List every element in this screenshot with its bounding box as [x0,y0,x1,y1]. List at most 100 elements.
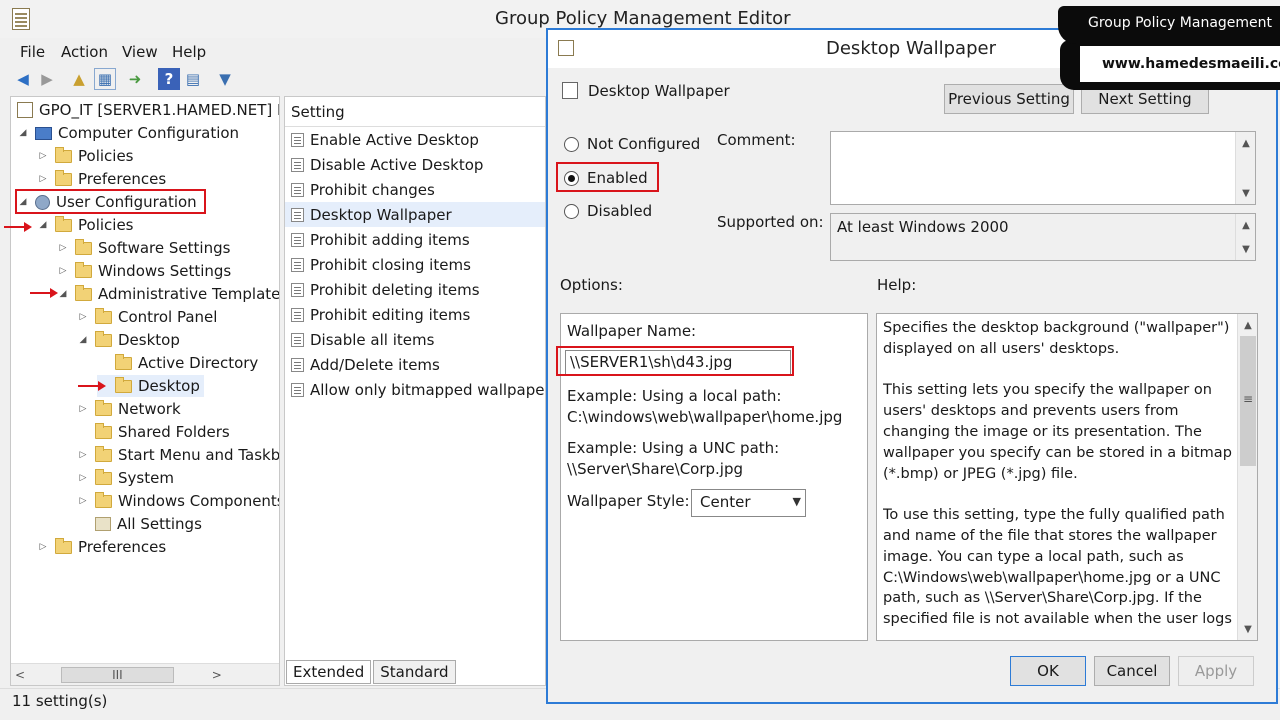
tree-node-desktop-selected[interactable]: Desktop [97,375,204,397]
grip-icon: ≡ [1242,392,1254,406]
tree-node-start-menu-taskbar[interactable]: ▷ Start Menu and Taskbar [77,444,279,466]
setting-item[interactable]: Allow only bitmapped wallpaper [285,377,545,402]
setting-item[interactable]: Prohibit adding items [285,227,545,252]
tree-node-label: Control Panel [118,308,218,326]
tree-node-computer-policies[interactable]: ▷ Policies [37,145,133,167]
scroll-down-icon[interactable]: ▼ [1238,620,1258,638]
setting-item-selected[interactable]: Desktop Wallpaper [285,202,545,227]
collapsed-triangle-icon[interactable]: ▷ [37,174,49,184]
radio-not-configured[interactable]: Not Configured [564,132,700,156]
setting-item[interactable]: Disable all items [285,327,545,352]
tree-node-active-directory[interactable]: Active Directory [97,352,258,374]
tree-node-computer-preferences[interactable]: ▷ Preferences [37,168,166,190]
tree-node-label: GPO_IT [SERVER1.HAMED.NET] Pol [39,101,280,119]
collapsed-triangle-icon[interactable]: ▷ [37,542,49,552]
setting-item[interactable]: Prohibit editing items [285,302,545,327]
tree-node-administrative-templates[interactable]: ◢ Administrative Templates: [57,283,279,305]
scroll-right-icon[interactable]: > [212,668,222,682]
menu-file[interactable]: File [20,43,45,61]
cancel-button[interactable]: Cancel [1094,656,1170,686]
radio-disabled[interactable]: Disabled [564,199,652,223]
tree-node-all-settings[interactable]: All Settings [77,513,202,535]
comment-label: Comment: [717,131,796,149]
tab-extended[interactable]: Extended [286,660,372,684]
expanded-triangle-icon[interactable]: ◢ [17,128,29,138]
scroll-down-icon[interactable]: ▼ [1236,240,1256,258]
tree-node-software-settings[interactable]: ▷ Software Settings [57,237,230,259]
tree-horizontal-scrollbar[interactable]: < III > [11,663,279,685]
setting-item[interactable]: Add/Delete items [285,352,545,377]
tree-node-shared-folders[interactable]: Shared Folders [77,421,230,443]
menu-view[interactable]: View [122,43,158,61]
menu-action[interactable]: Action [61,43,108,61]
scroll-thumb[interactable]: III [61,666,174,683]
menu-help[interactable]: Help [172,43,206,61]
tree-node-label: Preferences [78,170,167,188]
wallpaper-style-select[interactable]: Center ▼ [691,489,806,517]
scroll-up-icon[interactable]: ▲ [1238,316,1258,334]
tree-node-label: Shared Folders [118,423,230,441]
setting-item[interactable]: Prohibit closing items [285,252,545,277]
setting-item[interactable]: Disable Active Desktop [285,152,545,177]
policy-icon [291,382,304,397]
red-arrow-policies [4,222,32,232]
tree-node-desktop[interactable]: ◢ Desktop [77,329,180,351]
collapsed-triangle-icon[interactable]: ▷ [77,473,89,483]
tree-node-network[interactable]: ▷ Network [77,398,181,420]
tree-node-windows-settings[interactable]: ▷ Windows Settings [57,260,231,282]
comment-scrollbar[interactable]: ▲ ▼ [1235,132,1255,204]
folder-icon [95,491,112,508]
collapsed-triangle-icon[interactable]: ▷ [37,151,49,161]
setting-column-header[interactable]: Setting [285,97,545,127]
comment-textbox[interactable]: ▲ ▼ [830,131,1256,205]
tree-node-control-panel[interactable]: ▷ Control Panel [77,306,217,328]
tree-node-label: Preferences [78,538,167,556]
radio-button[interactable] [564,203,579,219]
tab-standard[interactable]: Standard [373,660,456,684]
help-scrollbar[interactable]: ▲ ≡ ▼ [1237,314,1257,640]
scroll-up-icon[interactable]: ▲ [1236,216,1256,234]
desktop-wallpaper-dialog: Desktop Wallpaper Desktop Wallpaper Prev… [546,28,1278,704]
export-list-icon[interactable]: ➜ [124,68,146,90]
setting-item[interactable]: Prohibit deleting items [285,277,545,302]
collapsed-triangle-icon[interactable]: ▷ [77,312,89,322]
tree-node-user-policies[interactable]: ◢ Policies [37,214,133,236]
setting-item[interactable]: Enable Active Desktop [285,127,545,152]
tree-node-user-preferences[interactable]: ▷ Preferences [37,536,166,558]
folder-icon [115,376,132,393]
tree-node-computer-configuration[interactable]: ◢ Computer Configuration [17,122,240,144]
collapsed-triangle-icon[interactable]: ▷ [77,404,89,414]
policy-icon [291,282,304,297]
help-icon[interactable]: ? [158,68,180,90]
tree-node-system[interactable]: ▷ System [77,467,174,489]
forward-arrow-icon[interactable]: ▶ [36,68,58,90]
all-settings-icon [95,517,111,531]
expanded-triangle-icon[interactable]: ◢ [37,220,49,230]
scroll-up-icon[interactable]: ▲ [1236,134,1256,152]
back-arrow-icon[interactable]: ◀ [12,68,34,90]
scroll-left-icon[interactable]: < [15,668,25,682]
expanded-triangle-icon[interactable]: ◢ [57,289,69,299]
up-folder-icon[interactable]: ▲ [68,68,90,90]
scroll-down-icon[interactable]: ▼ [1236,184,1256,202]
help-panel: Specifies the desktop background ("wallp… [876,313,1258,641]
folder-icon [95,445,112,462]
properties-icon[interactable]: ▤ [182,68,204,90]
collapsed-triangle-icon[interactable]: ▷ [77,450,89,460]
collapsed-triangle-icon[interactable]: ▷ [77,496,89,506]
setting-item[interactable]: Prohibit changes [285,177,545,202]
radio-button[interactable] [564,136,579,152]
show-hide-tree-icon[interactable]: ▦ [94,68,116,90]
expanded-triangle-icon[interactable]: ◢ [77,335,89,345]
status-text: 11 setting(s) [12,692,108,710]
ok-button[interactable]: OK [1010,656,1086,686]
apply-button[interactable]: Apply [1178,656,1254,686]
filter-icon[interactable]: ▼ [214,68,236,90]
collapsed-triangle-icon[interactable]: ▷ [57,266,69,276]
previous-setting-button[interactable]: Previous Setting [944,84,1074,114]
tree-node-gpo[interactable]: GPO_IT [SERVER1.HAMED.NET] Pol [17,99,280,121]
tree-node-windows-components[interactable]: ▷ Windows Components [77,490,279,512]
collapsed-triangle-icon[interactable]: ▷ [57,243,69,253]
computer-icon [35,126,52,140]
supported-scrollbar[interactable]: ▲ ▼ [1235,214,1255,260]
